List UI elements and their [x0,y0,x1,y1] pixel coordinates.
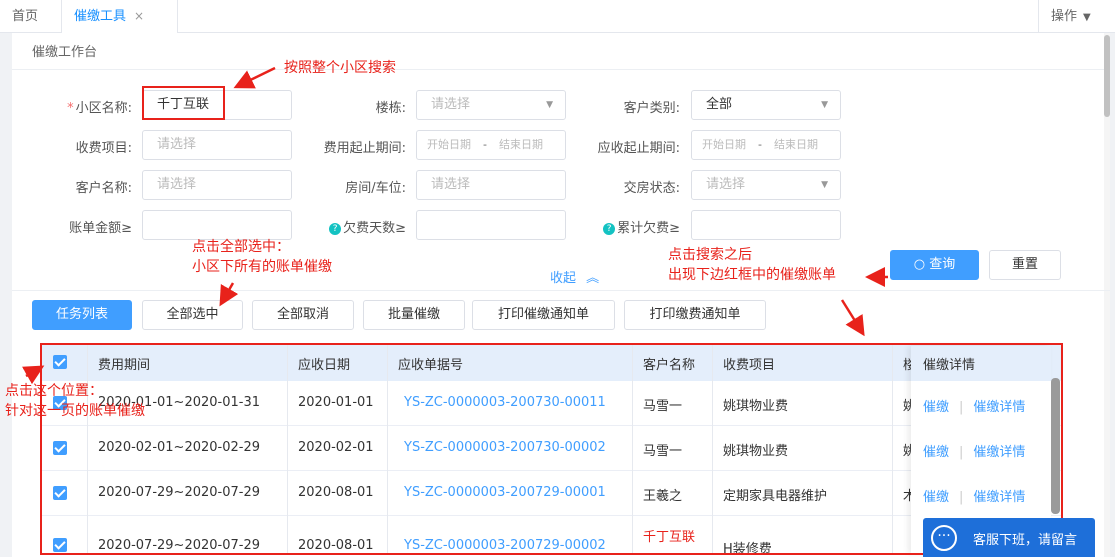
annotation-after-search-2: 出现下边红框中的催缴账单 [668,267,836,283]
annotation-search-community: 按照整个小区搜索 [284,60,396,76]
customer-service-widget[interactable]: ··· 客服下班，请留言 [923,518,1095,557]
chat-label: 客服下班，请留言 [973,533,1078,548]
annotation-this-page-2: 针对这一页的账单催缴 [5,403,145,419]
chat-bubble-icon: ··· [931,525,957,551]
annotation-this-page-1: 点击这个位置： [5,383,103,399]
annotation-after-search-1: 点击搜索之后 [668,247,752,263]
annotation-arrows [22,66,888,385]
annotation-select-all-1: 点击全部选中： [192,239,290,255]
annotation-select-all-2: 小区下所有的账单催缴 [192,259,332,275]
